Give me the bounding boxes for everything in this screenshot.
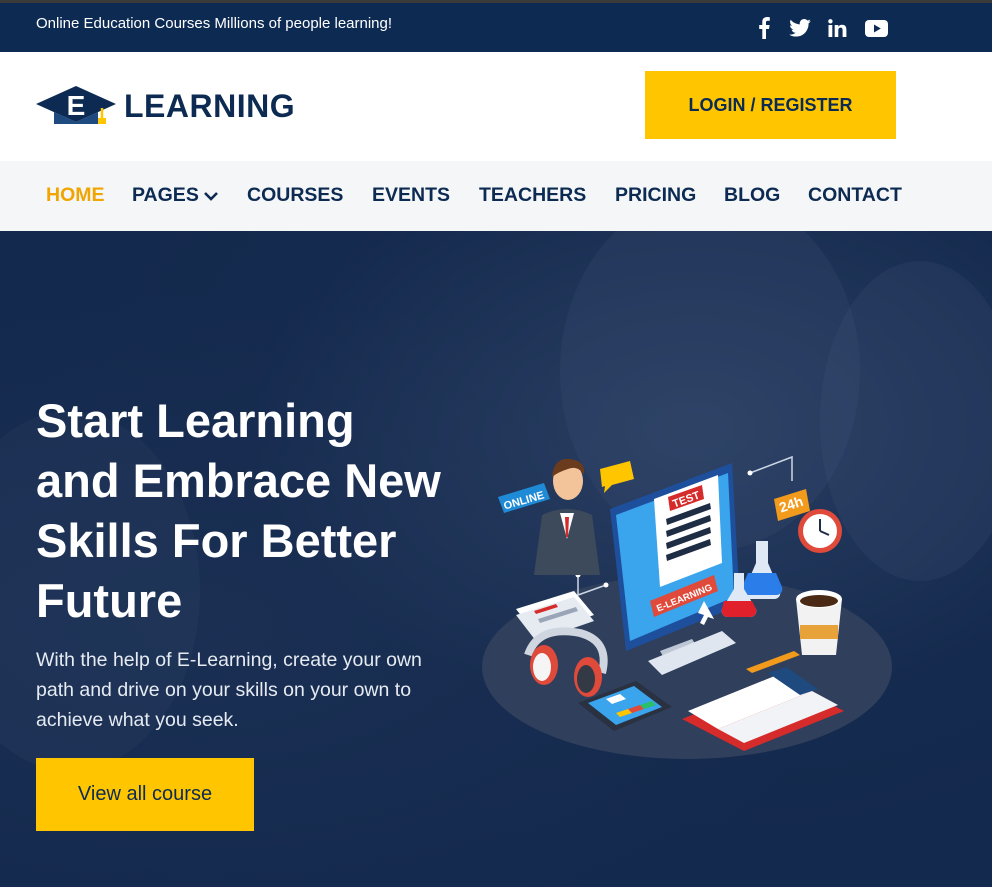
hero-title-line: Future: [36, 574, 183, 627]
hero-description: With the help of E-Learning, create your…: [36, 649, 422, 731]
site-logo[interactable]: E LEARNING: [36, 84, 295, 128]
nav-item-contact[interactable]: CONTACT: [808, 184, 902, 207]
teacher-figure: [534, 458, 600, 575]
youtube-icon[interactable]: [864, 15, 888, 41]
nav-item-label: BLOG: [724, 184, 781, 206]
nav-item-home[interactable]: HOME: [46, 184, 105, 207]
online-tag: ONLINE: [498, 483, 550, 513]
nav-item-label: TEACHERS: [479, 184, 587, 206]
linkedin-icon[interactable]: [826, 15, 848, 41]
site-header: E LEARNING LOGIN / REGISTER: [0, 52, 992, 161]
nav-item-pricing[interactable]: PRICING: [615, 184, 696, 207]
nav-item-label: COURSES: [247, 184, 344, 206]
nav-item-label: CONTACT: [808, 184, 902, 206]
hero-title-line: Skills For Better: [36, 514, 397, 567]
nav-item-pages[interactable]: PAGES: [132, 184, 219, 207]
hero-title: Start Learning and Embrace New Skills Fo…: [36, 391, 486, 631]
nav-item-label: EVENTS: [372, 184, 451, 206]
main-nav: HOME PAGES COURSES EVENTS TEACHERS PRICI…: [0, 161, 992, 231]
coffee-cup-icon: [796, 590, 842, 655]
facebook-icon[interactable]: [754, 15, 774, 41]
hero-title-line: Start Learning: [36, 394, 355, 447]
view-all-courses-button[interactable]: View all course: [36, 758, 254, 831]
e-learning-illustration: ONLINE TEST E-LEARNING 24h: [482, 455, 892, 759]
hero-title-line: and Embrace New: [36, 454, 441, 507]
login-register-button[interactable]: LOGIN / REGISTER: [645, 71, 896, 139]
nav-item-label: HOME: [46, 184, 105, 206]
logo-wordmark: LEARNING: [124, 87, 296, 124]
chevron-down-icon: [203, 191, 218, 201]
top-bar-tagline: Online Education Courses Millions of peo…: [36, 15, 393, 32]
twitter-icon[interactable]: [788, 15, 812, 41]
hero-section: Start Learning and Embrace New Skills Fo…: [0, 231, 992, 887]
nav-item-blog[interactable]: BLOG: [724, 184, 780, 207]
clock-icon: [798, 509, 842, 553]
graduation-cap-icon: E: [36, 86, 116, 124]
nav-item-label: PRICING: [615, 184, 697, 206]
nav-item-events[interactable]: EVENTS: [372, 184, 450, 207]
top-bar: Online Education Courses Millions of peo…: [0, 0, 992, 52]
speech-bubble-icon: [600, 461, 634, 493]
nav-item-label: PAGES: [132, 184, 199, 206]
svg-text:E: E: [67, 90, 86, 121]
nav-item-teachers[interactable]: TEACHERS: [479, 184, 586, 207]
nav-item-courses[interactable]: COURSES: [247, 184, 343, 207]
